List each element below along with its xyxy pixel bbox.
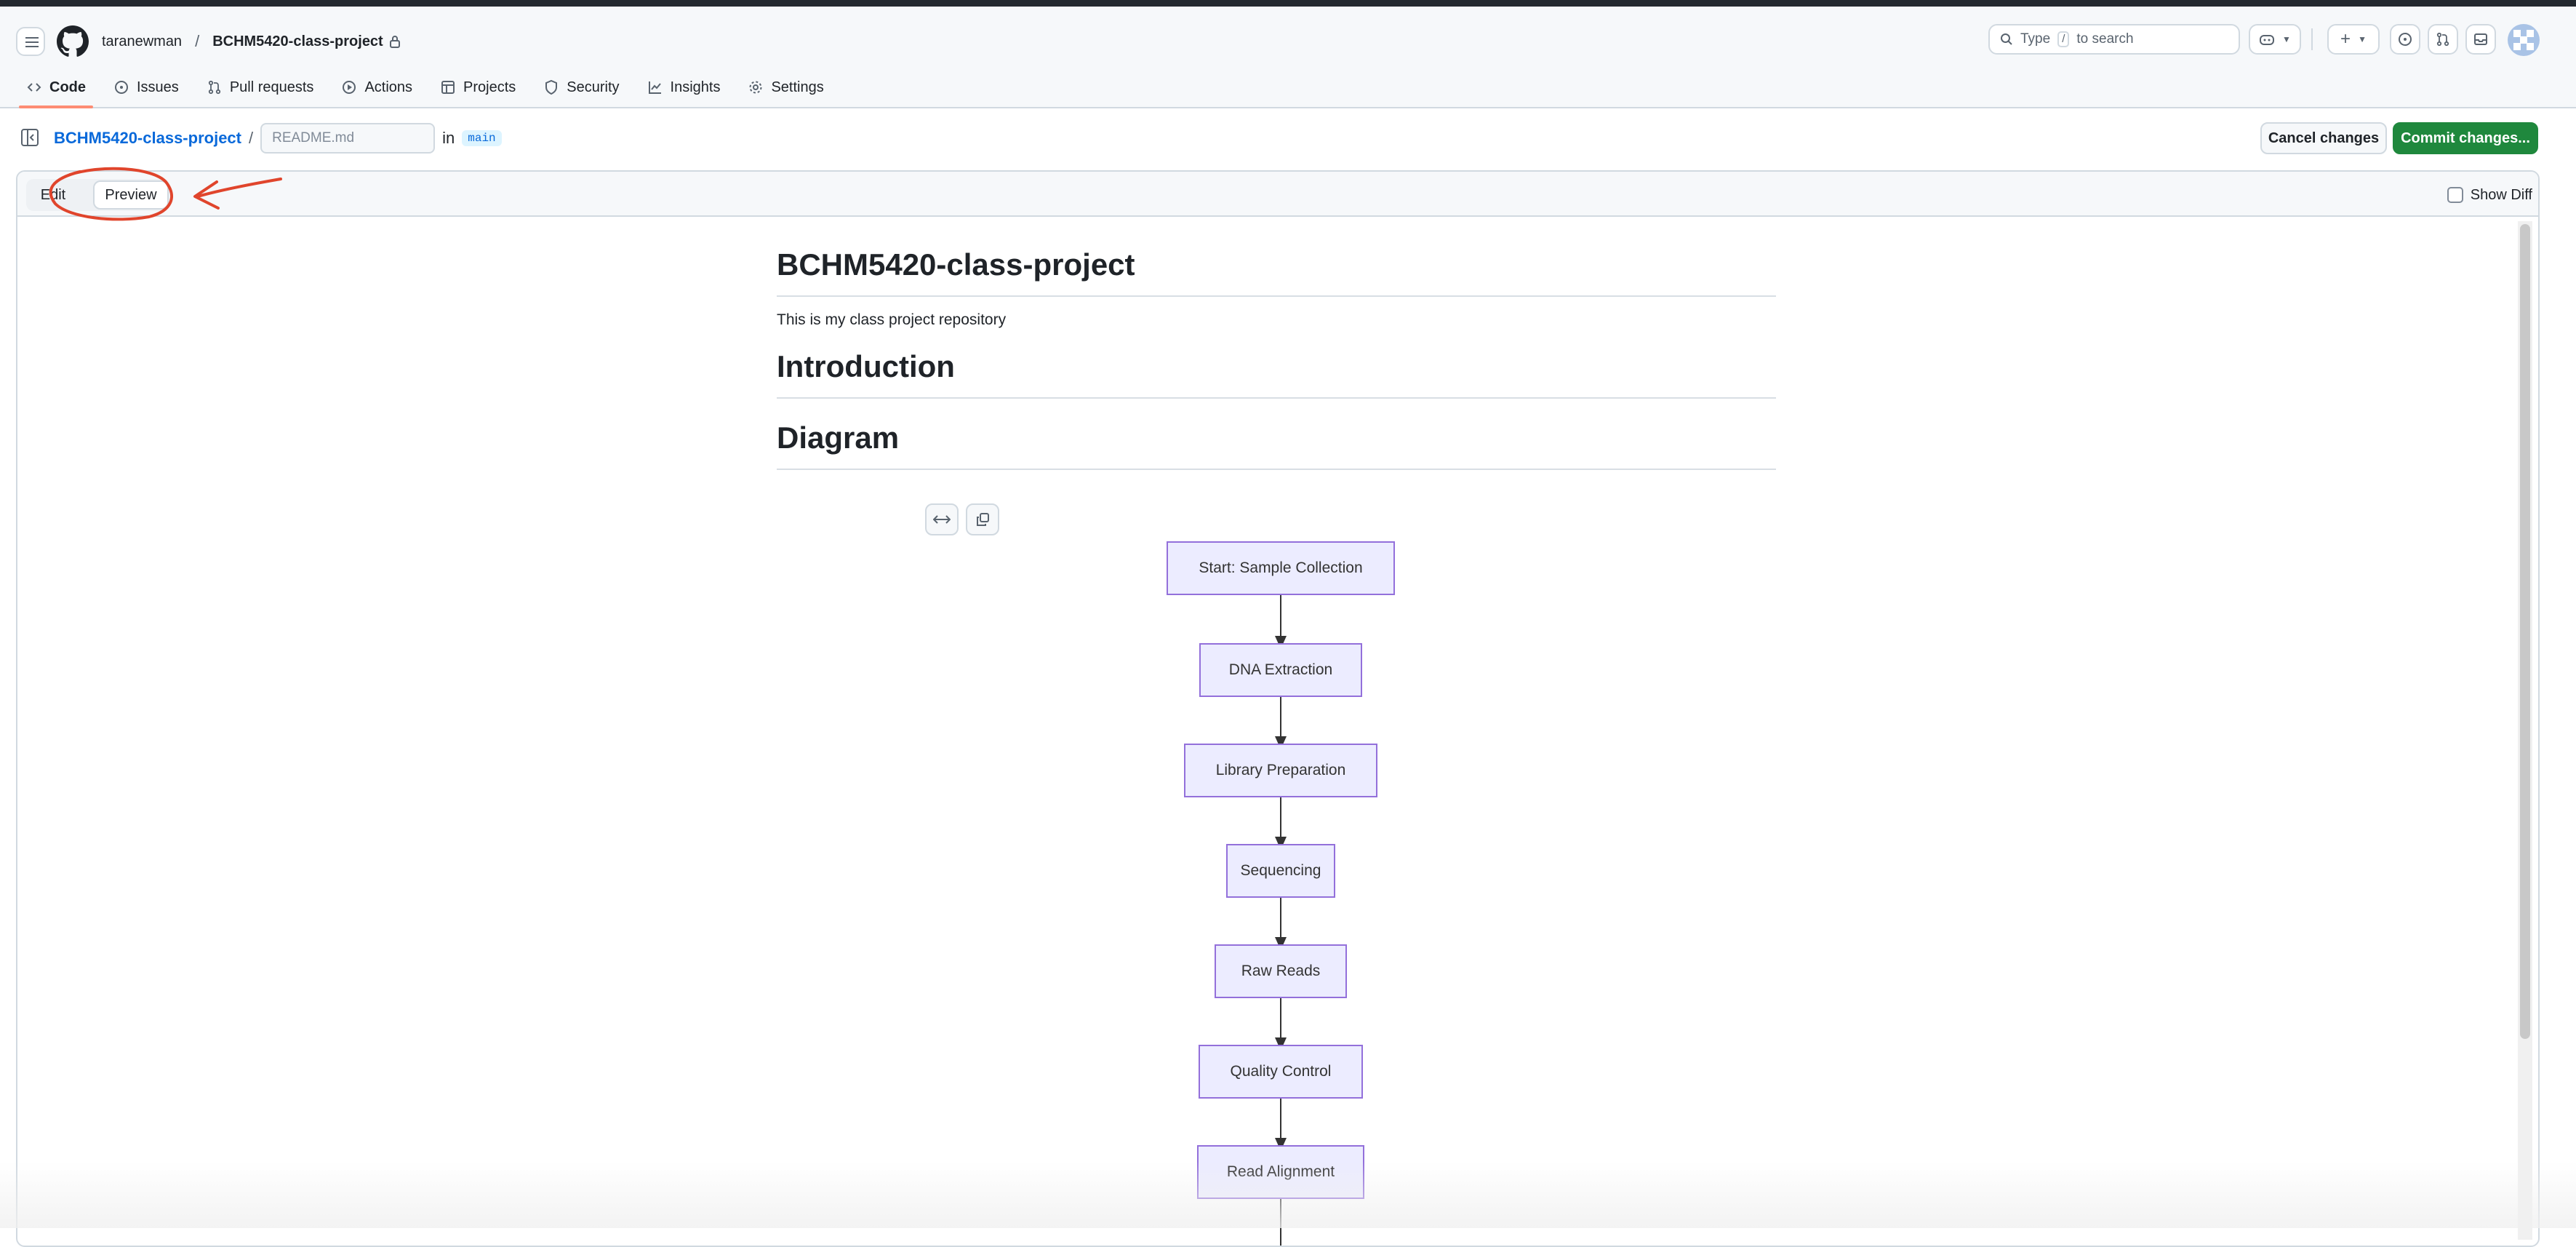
tab-security[interactable]: Security [532,66,631,108]
tab-actions[interactable]: Actions [329,66,424,108]
tab-label: Code [49,79,86,95]
flow-node: Sequencing [1226,844,1335,898]
repo-link[interactable]: BCHM5420-class-project [212,33,383,50]
preview-scrollbar[interactable] [2518,221,2532,1240]
issues-button[interactable] [2390,24,2420,55]
arrow-both-icon [933,515,951,524]
graph-icon [648,81,661,94]
show-diff-checkbox[interactable] [2447,187,2463,203]
top-strip [0,0,2576,7]
flow-node: Raw Reads [1215,944,1347,998]
github-logo-icon[interactable] [57,25,89,57]
tab-insights[interactable]: Insights [636,66,732,108]
copilot-icon [2260,35,2275,45]
scrollbar-thumb[interactable] [2520,224,2530,1039]
editor-toolbar: Edit Preview Show Diff [17,172,2538,217]
heading-diagram: Diagram [777,418,1776,470]
markdown-preview: BCHM5420-class-project This is my class … [777,244,1776,470]
lock-icon [389,36,400,48]
flow-node: Start: Sample Collection [1167,541,1395,595]
show-diff-toggle[interactable]: Show Diff [2447,185,2532,205]
tab-label: Issues [137,79,179,95]
search-prefix: Type [2020,31,2051,47]
search-icon [2001,33,2012,45]
gear-icon [749,81,762,94]
tab-projects[interactable]: Projects [428,66,527,108]
pull-request-icon [2436,32,2449,47]
header-divider [2311,28,2313,50]
search-key-hint: / [2057,31,2070,47]
edit-preview-toggle: Edit Preview [26,179,170,211]
chevron-down-icon: ▼ [2282,34,2291,44]
tab-settings[interactable]: Settings [736,66,835,108]
cancel-changes-button[interactable]: Cancel changes [2260,122,2387,154]
pull-request-icon [208,80,220,95]
tab-issues[interactable]: Issues [102,66,191,108]
in-label: in [442,129,455,147]
repo-nav-tabs: Code Issues Pull requests Actions Projec… [15,66,836,108]
plus-icon: + [2340,29,2351,49]
breadcrumb-separator: / [195,32,200,50]
tab-label: Actions [364,79,413,95]
search-suffix: to search [2076,31,2134,47]
search-input[interactable]: Type / to search [1988,24,2240,55]
heading-introduction: Introduction [777,346,1776,399]
play-icon [343,81,356,94]
copy-icon [977,513,989,526]
issue-icon [115,81,128,94]
menu-button[interactable] [16,27,45,56]
breadcrumb: taranewman / BCHM5420-class-project [102,25,401,57]
inbox-icon [2474,33,2487,45]
repo-header: taranewman / BCHM5420-class-project Type… [0,7,2576,108]
tab-label: Security [567,79,620,95]
tab-label: Settings [771,79,824,95]
inbox-button[interactable] [2465,24,2496,55]
tab-code[interactable]: Code [15,66,97,108]
path-separator: / [248,129,254,147]
pull-requests-button[interactable] [2428,24,2458,55]
chevron-down-icon: ▼ [2358,34,2367,44]
bottom-fade [0,1161,2576,1228]
tab-label: Pull requests [229,79,314,95]
shield-icon [545,79,558,95]
owner-link[interactable]: taranewman [102,33,182,50]
flow-node: Quality Control [1199,1045,1363,1099]
copy-diagram-button[interactable] [966,503,999,535]
tab-preview[interactable]: Preview [93,180,169,210]
tab-edit[interactable]: Edit [28,180,79,210]
expand-diagram-button[interactable] [925,503,959,535]
commit-changes-button[interactable]: Commit changes... [2393,122,2538,154]
create-new-button[interactable]: + ▼ [2327,24,2380,55]
flow-node: Library Preparation [1184,744,1377,797]
readme-description: This is my class project repository [777,311,1007,328]
tab-pull-requests[interactable]: Pull requests [195,66,326,108]
editor-panel: Edit Preview Show Diff BCHM5420-class-pr… [16,170,2540,1247]
tab-label: Insights [670,79,721,95]
flow-node: DNA Extraction [1199,643,1362,697]
file-path: BCHM5420-class-project / README.md in ma… [54,122,502,154]
flowchart: Start: Sample Collection DNA Extraction … [774,535,1773,1246]
copilot-button[interactable]: ▼ [2249,24,2301,55]
readme-title: BCHM5420-class-project [777,244,1776,297]
code-icon [27,83,41,92]
issue-icon [2399,33,2412,46]
table-icon [441,81,455,94]
repo-link[interactable]: BCHM5420-class-project [54,129,241,148]
branch-badge: main [462,130,502,146]
filename-input[interactable]: README.md [260,123,436,154]
file-tree-toggle-icon[interactable] [20,128,39,147]
show-diff-label: Show Diff [2470,186,2532,203]
tab-label: Projects [463,79,516,95]
avatar[interactable] [2508,24,2540,56]
diagram-toolbar [925,503,999,535]
